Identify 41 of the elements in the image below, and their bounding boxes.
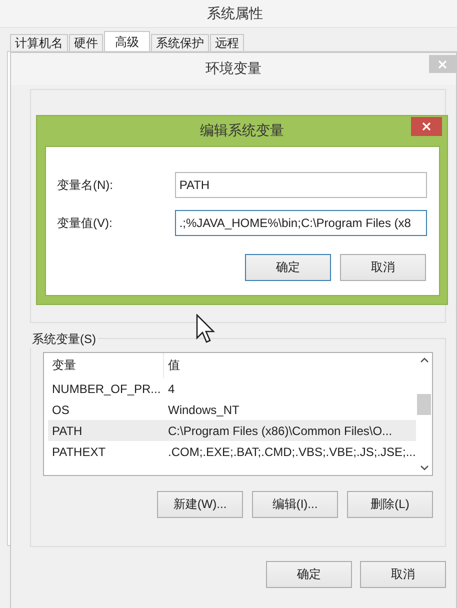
field-label: 变量名(N):: [57, 176, 114, 194]
dialog-button[interactable]: 确定: [245, 254, 331, 281]
dialog-button[interactable]: 确定: [266, 561, 352, 588]
action-button[interactable]: 删除(L): [347, 491, 433, 518]
table-cell-text: PATH: [51, 422, 84, 440]
close-icon: [438, 60, 447, 68]
list-row[interactable]: PATHEXT .COM;.EXE;.BAT;.CMD;.VBS;.VBE;.JS;.JSE;....: [48, 441, 416, 462]
input-field[interactable]: PATH: [175, 172, 427, 198]
dialog-title: 环境变量: [206, 60, 262, 78]
table-cell-text: .COM;.EXE;.BAT;.CMD;.VBS;.VBE;.JS;.JSE;....: [167, 444, 416, 460]
dialog-button[interactable]: 取消: [340, 254, 426, 281]
scrollbar-thumb[interactable]: [417, 394, 431, 414]
column-header[interactable]: 值: [164, 353, 414, 378]
table-cell-text: 4: [167, 380, 176, 398]
table-cell-text: C:\Program Files (x86)\Common Files\O...: [167, 422, 394, 440]
cursor-icon: [196, 314, 216, 344]
table-cell-text: NUMBER_OF_PR...: [51, 380, 162, 398]
scroll-up-icon[interactable]: [420, 357, 428, 363]
list-row[interactable]: NUMBER_OF_PR... 4: [48, 378, 416, 399]
scroll-down-icon[interactable]: [420, 465, 428, 471]
dialog-title: 编辑系统变量: [200, 122, 284, 140]
tab[interactable]: 系统保护: [151, 34, 209, 52]
window-title: 系统属性: [207, 4, 263, 22]
close-button[interactable]: [411, 117, 442, 136]
input-field[interactable]: .;%JAVA_HOME%\bin;C:\Program Files (x8: [175, 210, 427, 236]
action-button[interactable]: 编辑(I)...: [252, 491, 338, 518]
tab[interactable]: 高级: [104, 31, 150, 52]
close-icon: [422, 122, 431, 131]
table-cell-text: OS: [51, 402, 70, 418]
action-button[interactable]: 新建(W)...: [157, 491, 243, 518]
field-label: 变量值(V):: [57, 214, 114, 232]
column-header[interactable]: 变量: [48, 353, 164, 378]
list-row[interactable]: OS Windows_NT: [48, 399, 416, 420]
table-cell-text: Windows_NT: [167, 402, 240, 418]
tab[interactable]: 远程: [210, 34, 244, 52]
dialog-button[interactable]: 取消: [360, 561, 446, 588]
tab[interactable]: 硬件: [69, 34, 103, 52]
list-row[interactable]: PATH C:\Program Files (x86)\Common Files\O...: [48, 420, 416, 441]
tab[interactable]: 计算机名: [10, 34, 68, 52]
group-label: 系统变量(S): [30, 331, 98, 348]
table-cell-text: PATHEXT: [51, 444, 107, 460]
